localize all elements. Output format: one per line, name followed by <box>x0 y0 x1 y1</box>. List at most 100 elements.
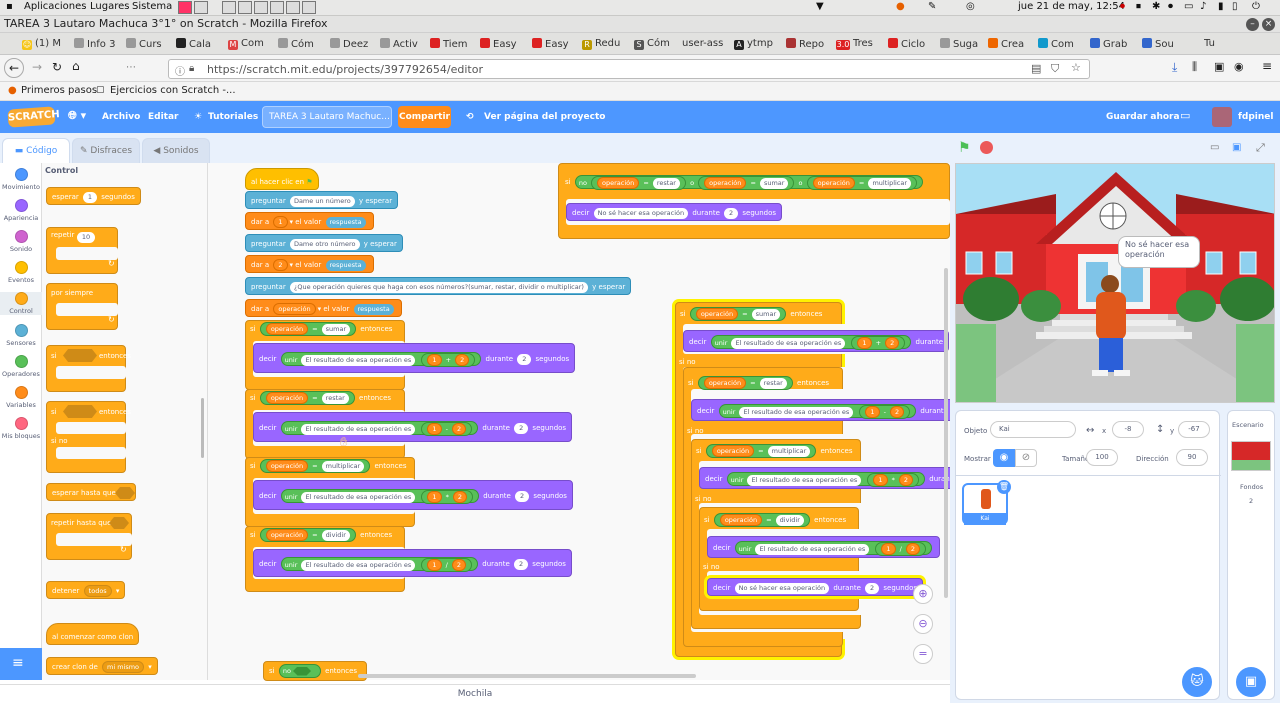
browser-tab[interactable]: Curs <box>126 36 162 54</box>
taskbar-calc-icon[interactable] <box>302 1 316 14</box>
folder-icon[interactable]: ▭ <box>1180 109 1190 122</box>
pocket-icon[interactable]: ⛉ <box>1051 62 1059 76</box>
say-for-secs-block[interactable]: decir unir El resultado de esa operación… <box>253 412 573 442</box>
say-for-secs-block[interactable]: decir unir El resultado de esa operación… <box>253 549 572 577</box>
globe-icon[interactable]: 🌐︎ ▾ <box>68 109 86 123</box>
browser-tab[interactable]: R Redu <box>582 36 620 54</box>
forward-icon[interactable]: → <box>32 60 42 74</box>
stage-canvas[interactable]: No sé hacer esa operación <box>955 163 1275 403</box>
browser-tab[interactable]: Easy <box>532 36 569 54</box>
bookmark-link[interactable]: Ejercicios con Scratch -... <box>110 85 236 96</box>
add-extension-button[interactable]: ≡ <box>0 648 42 680</box>
boolean-slot[interactable] <box>115 487 135 499</box>
taskbar-calc-icon[interactable] <box>238 1 252 14</box>
say-for-secs-block[interactable]: decir unir El resultado de esa operación… <box>707 536 941 558</box>
zoom-in-icon[interactable]: ⊕ <box>913 584 933 604</box>
url-bar[interactable]: ⓘ 🔒︎ https://scratch.mit.edu/projects/39… <box>168 59 1090 79</box>
add-sprite-icon[interactable]: 🐱︎ <box>1182 667 1212 697</box>
browser-tab[interactable]: Cala <box>176 36 211 54</box>
browser-tab[interactable]: S Cóm <box>634 36 670 54</box>
backdrop-thumbnail[interactable] <box>1231 441 1271 471</box>
palette-scrollbar[interactable] <box>201 398 204 458</box>
scratch-logo[interactable]: SCRATCH <box>7 106 60 128</box>
boolean-slot[interactable] <box>293 666 312 676</box>
zoom-out-icon[interactable]: ⊖ <box>913 614 933 634</box>
reader-icon[interactable]: ▤ <box>1031 62 1041 75</box>
category-variables[interactable]: Variables <box>0 386 42 409</box>
palette-stop-block[interactable]: detener todos ▾ <box>46 581 126 599</box>
size-field[interactable]: 100 <box>1086 449 1118 466</box>
direction-field[interactable]: 90 <box>1176 449 1208 466</box>
category-control[interactable]: Control <box>0 292 42 315</box>
info-icon[interactable]: ⓘ <box>175 63 185 78</box>
browser-tab[interactable]: Crea <box>988 36 1024 54</box>
say-for-secs-block[interactable]: decir unir El resultado de esa operación… <box>699 467 963 489</box>
say-for-secs-block[interactable]: decir unir El resultado de esa operación… <box>683 330 950 352</box>
taskbar-window-icon[interactable] <box>194 1 208 14</box>
palette-wait-block[interactable]: esperar 1 segundos <box>46 187 141 205</box>
os-apps-menu[interactable]: Aplicaciones <box>24 1 86 12</box>
category-events[interactable]: Eventos <box>0 261 42 284</box>
share-button[interactable]: Compartir <box>398 106 451 128</box>
say-for-secs-block[interactable]: decir unir El resultado de esa operación… <box>253 480 573 510</box>
taskbar-calc-icon[interactable] <box>286 1 300 14</box>
show-eye-icon[interactable]: ◉ <box>993 449 1015 467</box>
bookmark-link[interactable]: Primeros pasos <box>21 85 97 96</box>
browser-tab[interactable]: Tiem <box>430 36 467 54</box>
close-window-icon[interactable]: × <box>1262 18 1275 31</box>
file-menu[interactable]: Archivo <box>102 112 140 122</box>
reload-icon[interactable]: ↻ <box>52 60 62 74</box>
tab-costumes[interactable]: ✎ Disfraces <box>72 138 140 163</box>
browser-tab[interactable]: 3.0 Tres <box>836 36 873 54</box>
category-motion[interactable]: Movimiento <box>0 168 42 191</box>
sidebar-icon[interactable]: ▣ <box>1214 60 1224 73</box>
taskbar-calc-icon[interactable] <box>254 1 268 14</box>
boolean-slot[interactable] <box>63 349 97 362</box>
palette-wait-until-block[interactable]: esperar hasta que <box>46 483 136 501</box>
say-for-secs-block[interactable]: decir unir El resultado de esa operación… <box>691 399 954 421</box>
menu-icon[interactable]: ≡ <box>1262 59 1272 73</box>
download-icon[interactable]: ⤓ <box>1172 60 1177 75</box>
taskbar-calc-icon[interactable] <box>222 1 236 14</box>
taskbar-calc-icon[interactable] <box>270 1 284 14</box>
ask-block[interactable]: preguntar Dame otro número y esperar <box>245 234 403 252</box>
tutorials-button[interactable]: Tutoriales <box>208 112 258 122</box>
say-for-secs-block[interactable]: decir No sé hacer esa operación durante … <box>707 578 924 596</box>
firefox-taskbar-icon[interactable] <box>178 1 192 14</box>
browser-tab[interactable]: Aytmp <box>734 36 773 54</box>
set-variable-block[interactable]: dar a 2 ▾ el valor respuesta <box>245 255 374 273</box>
os-places-menu[interactable]: Lugares <box>90 1 129 12</box>
horizontal-scrollbar[interactable] <box>358 674 696 678</box>
home-icon[interactable]: ⌂ <box>72 59 80 73</box>
avatar[interactable] <box>1212 107 1232 127</box>
browser-tab[interactable]: ☺ (1) M <box>22 36 61 54</box>
delete-sprite-icon[interactable]: 🗑︎ <box>997 480 1011 494</box>
user-menu[interactable]: fdpinel <box>1238 112 1273 122</box>
ask-block[interactable]: preguntar ¿Que operación quieres que hag… <box>245 277 632 295</box>
bookmark-star-icon[interactable]: ☆ <box>1071 61 1081 74</box>
stop-icon[interactable] <box>980 141 993 154</box>
say-for-secs-block[interactable]: decir No sé hacer esa operación durante … <box>566 203 783 221</box>
tab-code[interactable]: ▬ Código <box>2 138 70 163</box>
category-my-blocks[interactable]: Mis bloques <box>0 417 42 440</box>
minimize-icon[interactable]: – <box>1246 18 1259 31</box>
tab-sounds[interactable]: ◀ Sonidos <box>142 138 210 163</box>
stage-selector[interactable]: Escenario Fondos 2 ▣ <box>1227 410 1275 700</box>
browser-tab[interactable]: Sou <box>1142 36 1174 54</box>
see-project-page-button[interactable]: Ver página del proyecto <box>484 112 605 122</box>
when-flag-clicked-block[interactable]: al hacer clic en ⚑ <box>245 168 319 190</box>
browser-tab[interactable]: Cóm <box>278 36 314 54</box>
project-title-field[interactable]: TAREA 3 Lautaro Machuc... <box>262 106 392 128</box>
browser-tab[interactable]: Deez <box>330 36 368 54</box>
ask-block[interactable]: preguntar Dame un número y esperar <box>245 191 399 209</box>
fullscreen-icon[interactable]: ⤢ <box>1256 141 1265 155</box>
browser-tab[interactable]: Repo <box>786 36 824 54</box>
os-system-menu[interactable]: Sistema <box>132 1 172 12</box>
tray-power-icon[interactable]: ⏻ <box>1252 1 1260 12</box>
palette-if-else-block[interactable]: si entonces si no <box>46 401 131 473</box>
category-looks[interactable]: Apariencia <box>0 199 42 222</box>
vertical-scrollbar[interactable] <box>944 268 948 598</box>
browser-tab[interactable]: Grab <box>1090 36 1127 54</box>
x-field[interactable]: -8 <box>1112 421 1144 438</box>
browser-tab[interactable]: Suga <box>940 36 978 54</box>
